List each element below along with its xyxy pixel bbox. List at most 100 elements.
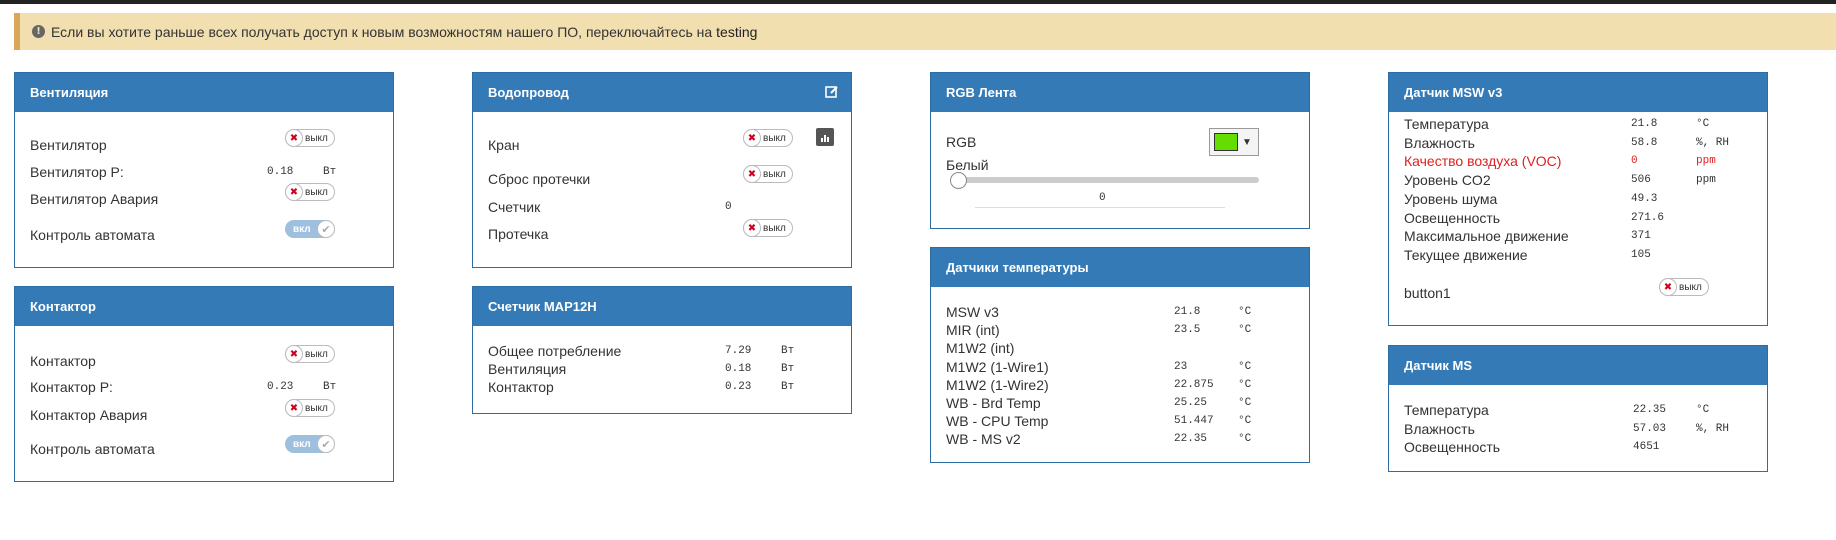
msw-row-value: 49.3 [1631,192,1658,205]
ms-row-value: 4651 [1633,441,1660,453]
msw-row-unit: %, RH [1696,136,1730,149]
white-slider-handle[interactable] [950,172,967,189]
ms-row-unit: °C [1696,404,1710,416]
temps-row-value: 51.447 [1174,415,1214,428]
meter-row-value: 7.29 [725,345,752,357]
contactor-auto-control-toggle[interactable]: вкл ✔ [285,435,335,453]
counter-value: 0 [725,201,732,213]
temps-row-unit: °C [1238,360,1252,373]
button1-toggle[interactable]: ✖ выкл [1659,278,1709,296]
ms-panel-title: Датчик MS [1389,346,1767,385]
ms-row-label: Температура [1404,402,1489,418]
meter-row-unit: Вт [781,381,795,393]
reset-leak-label: Сброс протечки [488,171,591,187]
fan-alarm-toggle[interactable]: ✖ выкл [285,183,335,201]
leak-label: Протечка [488,226,549,242]
edit-icon[interactable] [825,85,839,99]
x-icon: ✖ [285,129,303,147]
fan-toggle[interactable]: ✖ выкл [285,129,335,147]
fan-power-value: 0.18 [267,166,294,178]
contactor-power-label: Контактор P: [30,379,113,395]
meter-row-unit: Вт [781,363,795,375]
msw-row-value: 371 [1631,230,1651,243]
temps-panel: Датчики температуры MSW v3 21.8 °C MIR (int… [930,247,1310,463]
leak-toggle[interactable]: ✖ выкл [743,219,793,237]
rgb-label: RGB [946,134,977,150]
rgb-panel-title: RGB Лента [931,73,1309,112]
msw-row-value: 21.8 [1631,118,1658,130]
bar-chart-icon[interactable] [816,128,834,146]
top-bar [0,0,1836,4]
rgb-color-picker[interactable]: ▼ [1209,128,1259,156]
white-slider-track[interactable] [959,177,1259,183]
fan-label: Вентилятор [30,137,107,153]
temps-row-value: 23 [1174,360,1188,373]
temps-row-value: 25.25 [1174,397,1208,409]
exclamation-circle-icon: ! [32,25,45,38]
x-icon: ✖ [285,345,303,363]
msw-row-label: Максимальное движение [1404,228,1569,245]
temps-row-label: M1W2 (1-Wire2) [946,376,1049,393]
msw-row-label: Уровень CO2 [1404,172,1491,189]
fan-power-unit: Вт [323,166,337,178]
valve-label: Кран [488,137,520,153]
contactor-power-value: 0.23 [267,381,294,393]
temps-row-value: 21.8 [1174,306,1201,318]
meter-panel-title: Счетчик MAP12H [473,287,851,326]
button1-label: button1 [1404,285,1451,301]
testing-link[interactable]: testing [716,24,757,40]
auto-control-label: Контроль автомата [30,227,155,243]
msw-row-label: Текущее движение [1404,246,1528,263]
ms-row-unit: %, RH [1696,422,1730,435]
meter-row-label: Контактор [488,379,554,395]
fan-power-label: Вентилятор P: [30,164,124,180]
fan-alarm-label: Вентилятор Авария [30,191,159,207]
ms-row-label: Освещенность [1404,439,1501,455]
meter-panel: Счетчик MAP12H Общее потребление 7.29 Вт… [472,286,852,414]
contactor-panel-title: Контактор [15,287,393,326]
slider-underline [975,207,1225,208]
msw-panel: Датчик MSW v3 Температура 21.8 °C Влажность… [1388,72,1768,326]
white-slider-value: 0 [1099,192,1106,204]
meter-row-label: Вентиляция [488,361,567,377]
reset-leak-toggle[interactable]: ✖ выкл [743,165,793,183]
contactor-toggle[interactable]: ✖ выкл [285,345,335,363]
rgb-panel: RGB Лента RGB ▼ Белый 0 [930,72,1310,229]
contactor-panel: Контактор Контактор ✖ выкл Контактор P: 0… [14,286,394,482]
temps-row-label: WB - CPU Temp [946,413,1049,430]
ms-row-value: 57.03 [1633,422,1667,435]
contactor-alarm-toggle[interactable]: ✖ выкл [285,399,335,417]
temps-row-value: 22.875 [1174,378,1214,391]
msw-row-unit: °C [1696,118,1710,130]
msw-row-value: 506 [1631,174,1651,187]
msw-row-value: 271.6 [1631,211,1665,224]
temps-row-unit: °C [1238,378,1252,391]
temps-row-label: WB - MS v2 [946,431,1021,448]
msw-row-label: Освещенность [1404,209,1501,226]
testing-alert: ! Если вы хотите раньше всех получать до… [14,13,1836,50]
color-swatch [1214,133,1238,151]
meter-row-label: Общее потребление [488,343,622,359]
contactor-label: Контактор [30,353,96,369]
x-icon: ✖ [743,219,761,237]
water-panel: Водопровод Кран ✖ выкл Сброс протечки ✖ вы… [472,72,852,268]
auto-control-toggle[interactable]: вкл ✔ [285,220,335,238]
temps-panel-title: Датчики температуры [931,248,1309,287]
ventilation-panel-title: Вентиляция [15,73,393,112]
temps-row-unit: °C [1238,306,1252,318]
temps-row-label: MIR (int) [946,322,1000,339]
ms-row-label: Влажность [1404,420,1475,437]
temps-row-label: M1W2 (int) [946,340,1015,357]
valve-toggle[interactable]: ✖ выкл [743,129,793,147]
temps-row-unit: °C [1238,397,1252,409]
white-label: Белый [946,157,989,173]
contactor-auto-control-label: Контроль автомата [30,441,155,457]
temps-row-value: 22.35 [1174,433,1208,446]
msw-row-unit: ppm [1696,155,1716,168]
ms-row-value: 22.35 [1633,404,1667,416]
check-icon: ✔ [317,435,335,453]
meter-row-unit: Вт [781,345,795,357]
contactor-power-unit: Вт [323,381,337,393]
temps-row-label: WB - Brd Temp [946,395,1041,411]
msw-row-value: 0 [1631,155,1638,168]
